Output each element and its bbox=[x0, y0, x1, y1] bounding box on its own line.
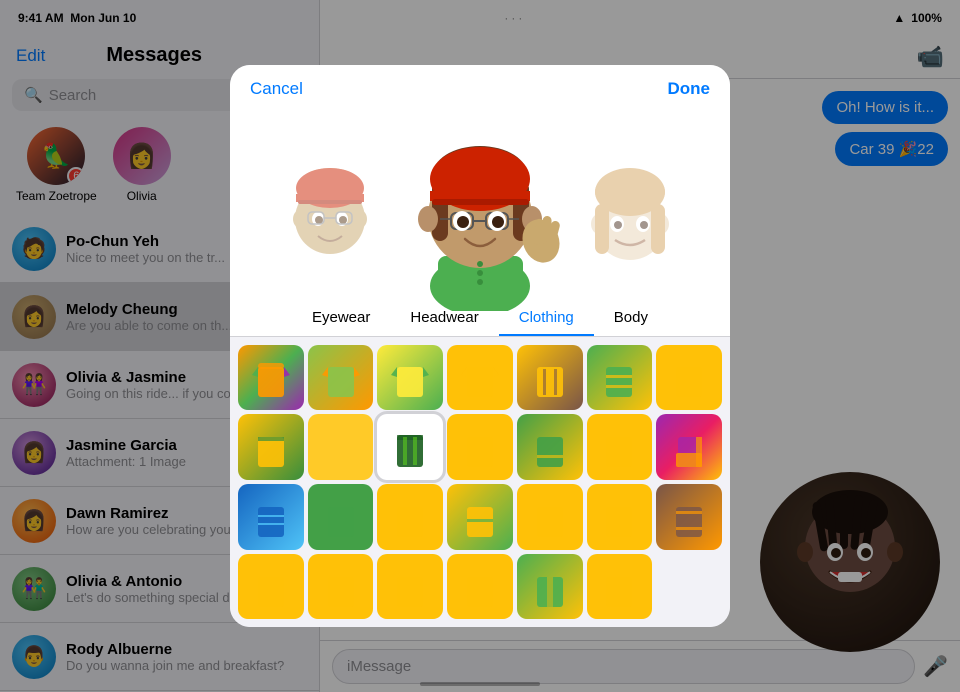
clothing-option-26[interactable] bbox=[517, 554, 583, 620]
clothing-option-4[interactable] bbox=[447, 345, 513, 411]
clothing-option-8[interactable] bbox=[238, 414, 304, 480]
tab-clothing[interactable]: Clothing bbox=[499, 299, 594, 336]
clothing-option-1[interactable] bbox=[238, 345, 304, 411]
clothing-option-17[interactable] bbox=[377, 484, 443, 550]
clothing-option-12[interactable] bbox=[517, 414, 583, 480]
clothing-option-20[interactable] bbox=[587, 484, 653, 550]
clothing-grid bbox=[230, 337, 730, 628]
memoji-editor-modal: Cancel Done bbox=[230, 65, 730, 628]
modal-header: Cancel Done bbox=[230, 65, 730, 109]
clothing-option-15[interactable] bbox=[238, 484, 304, 550]
clothing-option-25[interactable] bbox=[447, 554, 513, 620]
clothing-option-6[interactable] bbox=[587, 345, 653, 411]
clothing-option-13[interactable] bbox=[587, 414, 653, 480]
cancel-button[interactable]: Cancel bbox=[250, 79, 303, 99]
modal-overlay: Cancel Done bbox=[0, 0, 960, 692]
clothing-option-9[interactable] bbox=[308, 414, 374, 480]
clothing-option-10[interactable] bbox=[377, 414, 443, 480]
memoji-side-right bbox=[570, 159, 690, 299]
memoji-preview-row bbox=[230, 109, 730, 299]
clothing-option-18[interactable] bbox=[447, 484, 513, 550]
clothing-option-16[interactable] bbox=[308, 484, 374, 550]
tab-headwear[interactable]: Headwear bbox=[390, 299, 498, 336]
clothing-option-22[interactable] bbox=[238, 554, 304, 620]
memoji-center bbox=[390, 124, 570, 299]
tab-body[interactable]: Body bbox=[594, 299, 668, 336]
clothing-option-23[interactable] bbox=[308, 554, 374, 620]
clothing-option-21[interactable] bbox=[656, 484, 722, 550]
clothing-option-24[interactable] bbox=[377, 554, 443, 620]
clothing-option-11[interactable] bbox=[447, 414, 513, 480]
clothing-option-3[interactable] bbox=[377, 345, 443, 411]
clothing-option-27[interactable] bbox=[587, 554, 653, 620]
clothing-option-5[interactable] bbox=[517, 345, 583, 411]
clothing-option-2[interactable] bbox=[308, 345, 374, 411]
clothing-option-7[interactable] bbox=[656, 345, 722, 411]
memoji-side-left bbox=[270, 159, 390, 299]
done-button[interactable]: Done bbox=[667, 79, 710, 99]
category-tabs: Eyewear Headwear Clothing Body bbox=[230, 299, 730, 337]
tab-eyewear[interactable]: Eyewear bbox=[292, 299, 390, 336]
clothing-option-19[interactable] bbox=[517, 484, 583, 550]
clothing-option-14[interactable] bbox=[656, 414, 722, 480]
